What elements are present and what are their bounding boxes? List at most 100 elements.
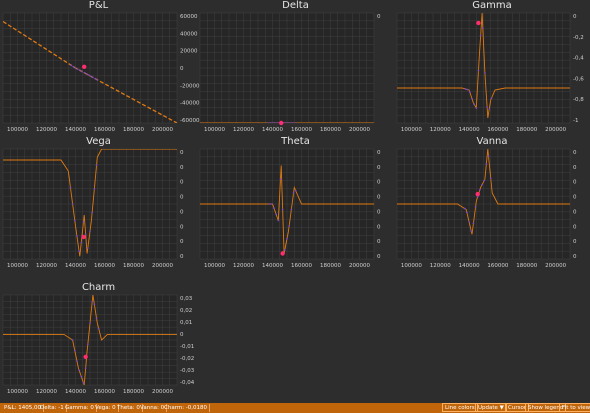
data-point	[466, 88, 469, 91]
data-point	[86, 247, 89, 249]
data-point	[487, 155, 490, 158]
x-tick-label: 160000	[94, 389, 115, 395]
data-point	[80, 375, 83, 378]
x-tick-label: 160000	[487, 263, 508, 269]
data-point	[277, 219, 280, 222]
data-point	[479, 34, 482, 37]
chart-charm-plot[interactable]: 100000 120000 140000 160000 180000 200000 0,03…	[0, 282, 197, 403]
chart-vega[interactable]: Vega 100000 120000 140000 160000 180000 20000…	[0, 136, 197, 277]
x-tick-label: 100000	[7, 263, 28, 269]
y-tick-label: -0,02	[180, 356, 194, 362]
x-tick-label: 160000	[291, 263, 312, 269]
data-point	[474, 205, 477, 208]
x-tick-label: 160000	[94, 263, 115, 269]
data-point	[290, 208, 293, 211]
y-tick-label: 0	[180, 150, 184, 156]
chart-gamma[interactable]: Gamma 100000 120000 140000 160000 180000 2000…	[394, 0, 590, 141]
y-tick-label: 0	[573, 165, 577, 171]
x-tick-label: 100000	[7, 389, 28, 395]
chart-gamma-plot[interactable]: 100000 120000 140000 160000 180000 200000 0 -0,…	[394, 0, 590, 141]
y-tick-label: 0	[573, 195, 577, 201]
cursor-marker	[280, 251, 285, 256]
update-dropdown[interactable]: Update ▼	[475, 403, 507, 412]
data-point	[73, 349, 76, 352]
y-tick-label: 0,03	[180, 296, 193, 302]
chart-theta[interactable]: Theta 100000 120000 140000 160000 180000 2000…	[197, 136, 394, 277]
data-point	[470, 230, 473, 233]
status-gamma: Gamma: 0	[63, 404, 97, 412]
data-point	[83, 71, 86, 74]
data-point	[271, 122, 274, 123]
y-tick-label: 0	[377, 239, 381, 245]
y-tick-label: -0,4	[573, 56, 584, 62]
x-tick-label: 120000	[36, 389, 57, 395]
data-point	[468, 91, 471, 94]
data-point	[294, 189, 297, 192]
cursor-marker	[83, 354, 88, 360]
line-colors-button[interactable]: Line colors	[442, 403, 478, 412]
y-tick-label: -0,2	[573, 35, 584, 41]
x-tick-label: 120000	[36, 263, 57, 269]
x-tick-label: 200000	[152, 127, 173, 133]
y-tick-label: 0	[180, 195, 184, 201]
data-point	[483, 179, 486, 182]
data-point	[291, 122, 293, 123]
y-tick-label: 0	[180, 224, 184, 230]
data-point	[488, 108, 491, 110]
x-tick-label: 180000	[123, 127, 144, 133]
data-point	[93, 187, 96, 190]
chart-vanna-plot[interactable]: 100000 120000 140000 160000 180000 200000 0 0 0 0…	[394, 136, 590, 277]
chart-charm[interactable]: Charm 100000 120000 140000 160000 180000 2000…	[0, 282, 197, 403]
y-tick-label: 0	[377, 150, 381, 156]
y-tick-label: -1	[573, 118, 578, 124]
fit-to-view-button[interactable]: Fit to view	[559, 403, 590, 412]
y-tick-label: 0	[377, 14, 381, 20]
data-point	[78, 369, 81, 372]
y-tick-label: 0,02	[180, 308, 192, 314]
x-tick-label: 140000	[65, 127, 86, 133]
x-tick-label: 160000	[487, 127, 508, 133]
y-tick-label: 0	[180, 254, 184, 260]
data-point	[279, 178, 282, 181]
data-point	[463, 207, 466, 210]
chart-vanna[interactable]: Vanna 100000 120000 140000 160000 180000 2000…	[394, 136, 590, 277]
x-tick-label: 180000	[516, 263, 537, 269]
data-point	[78, 250, 81, 253]
chart-theta-plot[interactable]: 100000 120000 140000 160000 180000 200000 0 0 0 0…	[197, 136, 394, 277]
chart-pnl[interactable]: P&L 100000 120000 140000 160000 180000 200000…	[0, 0, 200, 141]
chart-pnl-plot[interactable]: 100000 120000 140000 160000 180000 2000006000…	[0, 0, 200, 141]
data-point	[70, 64, 73, 67]
data-point	[78, 69, 81, 72]
cursor-marker	[475, 191, 480, 197]
data-point	[72, 65, 75, 68]
x-tick-label: 100000	[401, 263, 422, 269]
chart-delta[interactable]: Delta 100000 120000 140000 160000 180000 2000…	[197, 0, 394, 141]
x-tick-label: 120000	[233, 127, 254, 133]
y-tick-label: 0	[377, 180, 381, 186]
x-tick-label: 140000	[262, 127, 283, 133]
x-tick-label: 200000	[349, 127, 370, 133]
x-tick-label: 140000	[459, 127, 480, 133]
y-tick-label: 0	[573, 239, 577, 245]
y-tick-label: 0	[180, 239, 184, 245]
x-tick-label: 200000	[152, 263, 173, 269]
chart-delta-plot[interactable]: 100000 120000 140000 160000 180000 200000 0	[197, 0, 394, 141]
data-point	[481, 27, 484, 29]
data-point	[91, 301, 94, 303]
data-point	[93, 303, 96, 306]
y-tick-label: -0,03	[180, 368, 195, 374]
chart-vega-plot[interactable]: 100000 120000 140000 160000 180000 200000 0 0 0 0…	[0, 136, 197, 277]
data-point	[74, 67, 77, 69]
y-tick-label: 0	[377, 209, 381, 215]
x-tick-label: 200000	[349, 263, 370, 269]
data-point	[481, 183, 483, 186]
data-point	[490, 97, 493, 100]
data-point	[82, 381, 85, 384]
data-point	[281, 208, 284, 211]
y-tick-label: -0,01	[180, 344, 194, 350]
data-point	[288, 225, 291, 227]
data-point	[284, 122, 287, 123]
status-charm: Charm: -0,0180	[162, 404, 211, 412]
y-tick-label: 60000	[180, 14, 198, 20]
data-point	[292, 192, 295, 194]
